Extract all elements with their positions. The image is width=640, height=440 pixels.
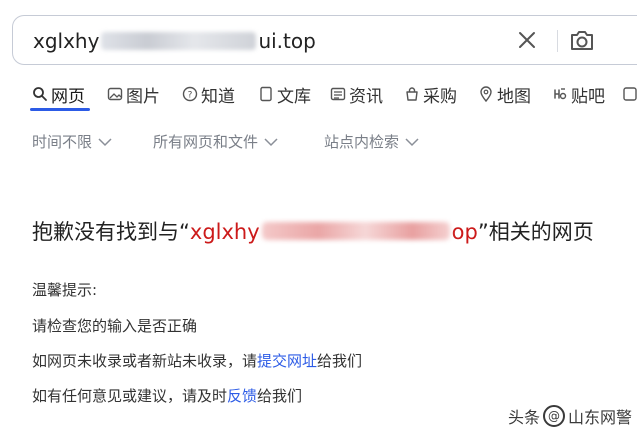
tab-label: 采购: [423, 86, 457, 107]
svg-text:?: ?: [188, 91, 193, 101]
headline-query-suffix: op: [451, 220, 478, 244]
tips-title: 温馨提示:: [32, 281, 98, 299]
redacted-query-segment: [261, 222, 450, 240]
more-icon: [623, 87, 637, 101]
no-result-headline: 抱歉没有找到与“xglxhy op”相关的网页: [32, 216, 594, 246]
watermark: 头条 @ 山东网警: [508, 404, 632, 428]
tab-zhidao[interactable]: ? 知道: [182, 80, 235, 108]
tab-tieba[interactable]: 贴吧: [552, 80, 605, 108]
filter-label: 所有网页和文件: [153, 133, 259, 151]
tieba-icon: [554, 88, 567, 100]
search-box[interactable]: xglxhy ui.top: [12, 15, 637, 65]
question-icon: ?: [182, 86, 198, 102]
tab-purchase[interactable]: 采购: [404, 80, 457, 108]
close-icon[interactable]: [515, 28, 539, 52]
submit-url-link[interactable]: 提交网址: [257, 352, 317, 370]
camera-icon[interactable]: [568, 27, 596, 53]
headline-suffix: ”相关的网页: [477, 220, 594, 244]
search-icon: [33, 87, 47, 101]
filter-label: 站点内检索: [324, 133, 400, 151]
divider: [557, 30, 558, 52]
tab-wenku[interactable]: 文库: [258, 80, 311, 108]
tab-label: 图片: [126, 86, 160, 107]
chevron-down-icon: [405, 137, 419, 146]
tab-map[interactable]: 地图: [478, 80, 531, 108]
redacted-query-segment: [101, 32, 257, 50]
active-tab-indicator: [30, 108, 90, 111]
tab-more[interactable]: [622, 80, 640, 108]
tab-label: 网页: [51, 86, 85, 107]
watermark-at: @: [542, 405, 565, 427]
chevron-down-icon: [98, 137, 112, 146]
tab-label: 资讯: [349, 86, 383, 107]
tab-label: 文库: [277, 86, 311, 107]
tip-text: 如有任何意见或建议，请及时: [32, 387, 228, 405]
tip-check-input: 请检查您的输入是否正确: [32, 317, 198, 335]
tab-news[interactable]: 资讯: [330, 80, 383, 108]
filter-label: 时间不限: [32, 133, 93, 151]
document-icon: [260, 86, 272, 102]
filter-file-type[interactable]: 所有网页和文件: [153, 131, 278, 152]
tip-feedback: 如有任何意见或建议，请及时反馈给我们: [32, 385, 302, 406]
search-input[interactable]: xglxhy ui.top: [33, 29, 316, 53]
tab-label: 地图: [497, 86, 531, 107]
tab-images[interactable]: 图片: [107, 80, 160, 108]
filter-time[interactable]: 时间不限: [32, 131, 112, 152]
tip-submit-url: 如网页未收录或者新站未收录，请提交网址给我们: [32, 350, 362, 371]
search-query-suffix: ui.top: [258, 29, 316, 53]
shopping-icon: [406, 87, 418, 101]
tab-label: 贴吧: [571, 86, 605, 107]
headline-prefix: 抱歉没有找到与“: [32, 220, 190, 244]
tip-text: 给我们: [257, 387, 303, 405]
tip-text: 如网页未收录或者新站未收录，请: [32, 352, 258, 370]
tab-webpage[interactable]: 网页: [32, 80, 85, 108]
watermark-account: 山东网警: [567, 408, 632, 427]
map-pin-icon: [480, 86, 492, 102]
news-icon: [330, 87, 346, 101]
search-query-prefix: xglxhy: [33, 29, 100, 53]
feedback-link[interactable]: 反馈: [227, 387, 257, 405]
tab-label: 知道: [201, 86, 235, 107]
watermark-prefix: 头条: [507, 408, 540, 427]
image-icon: [107, 87, 123, 101]
headline-query-prefix: xglxhy: [189, 220, 260, 244]
filter-site-search[interactable]: 站点内检索: [324, 131, 419, 152]
chevron-down-icon: [264, 137, 278, 146]
tip-text: 给我们: [317, 352, 363, 370]
